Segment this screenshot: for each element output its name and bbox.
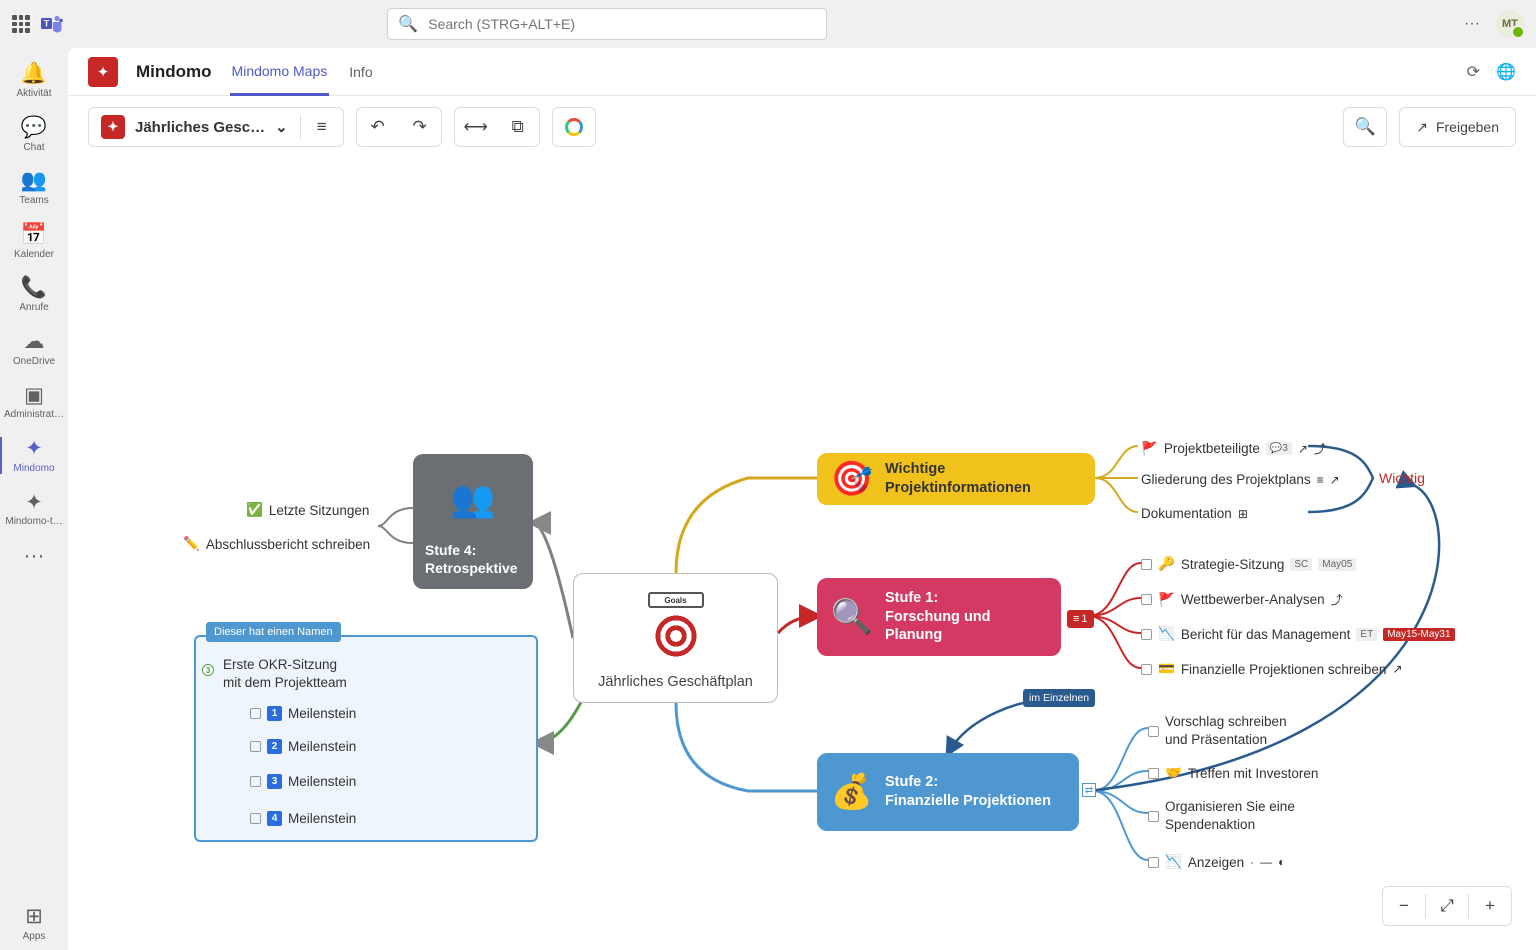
note-badge[interactable]: 1 <box>1067 610 1094 628</box>
more-icon[interactable]: ··· <box>1464 15 1480 33</box>
node-stage-4[interactable]: 👥 Stufe 4: Retrospektive <box>413 454 533 589</box>
leaf-fin-proj[interactable]: 💳Finanzielle Projektionen schreiben↗ <box>1141 661 1403 677</box>
search-button[interactable]: 🔍 <box>1344 108 1386 146</box>
app-name: Mindomo <box>136 62 212 82</box>
search-box[interactable]: 🔍 <box>387 8 827 40</box>
expand-toggle-icon[interactable]: ⇄ <box>1082 783 1096 797</box>
rail-apps[interactable]: ⊞Apps <box>23 897 46 950</box>
im-einzelnen-tag: im Einzelnen <box>1023 689 1095 707</box>
rail-mindomo-t[interactable]: ✦Mindomo-t… <box>0 482 68 536</box>
leaf-vorschlag[interactable]: Vorschlag schreiben und Präsentation <box>1148 713 1308 749</box>
node-info[interactable]: 🎯 Wichtige Projektinformationen <box>817 453 1095 505</box>
ellipsis-icon: ··· <box>24 544 45 568</box>
rail-activity[interactable]: 🔔Aktivität <box>0 54 68 108</box>
rail-chat[interactable]: 💬Chat <box>0 108 68 162</box>
leaf-wettbewerber[interactable]: 🚩Wettbewerber-Analysen⤴ <box>1141 591 1343 608</box>
search-input[interactable] <box>428 16 816 32</box>
people-icon: 👥 <box>21 169 47 193</box>
count-badge-icon: 3 <box>202 664 214 676</box>
avatar[interactable]: MT <box>1496 10 1524 38</box>
rail-mindomo[interactable]: ✦Mindomo <box>0 429 68 483</box>
leaf-gliederung[interactable]: Gliederung des Projektplans≡↗ <box>1141 472 1340 487</box>
undo-button[interactable]: ↶ <box>357 108 399 146</box>
rail-onedrive[interactable]: ☁OneDrive <box>0 322 68 376</box>
mindomo-logo-icon: ✦ <box>101 115 125 139</box>
app-main: ✦ Mindomo Mindomo Maps Info ⟳ 🌐 ✦ Jährli… <box>68 48 1536 950</box>
bell-icon: 🔔 <box>21 62 47 86</box>
refresh-icon[interactable]: ⟳ <box>1467 62 1480 82</box>
rail-calls[interactable]: 📞Anrufe <box>0 268 68 322</box>
node-center[interactable]: Goals Jährliches Geschäftplan <box>573 573 778 703</box>
leaf-ms1[interactable]: 1Meilenstein <box>250 706 356 721</box>
leaf-anzeigen[interactable]: 📉Anzeigen·—◐ <box>1148 854 1285 870</box>
zoom-in-button[interactable]: + <box>1469 887 1511 925</box>
share-button[interactable]: ↗Freigeben <box>1400 108 1515 146</box>
rail-calendar[interactable]: 📅Kalender <box>0 215 68 269</box>
color-ring-icon <box>565 118 583 136</box>
people-board-icon: 👥 <box>423 464 523 534</box>
teams-top-bar: T 🔍 ··· MT <box>0 0 1536 48</box>
rail-teams[interactable]: 👥Teams <box>0 161 68 215</box>
share-icon: ↗ <box>1416 119 1428 136</box>
zoom-out-button[interactable]: − <box>1383 887 1425 925</box>
magnifier-icon: 🔍 <box>831 596 873 638</box>
mindomo-logo-icon: ✦ <box>88 57 118 87</box>
admin-icon: ▣ <box>24 383 44 407</box>
target-icon: 🎯 <box>831 458 873 500</box>
zoom-fit-button[interactable]: ⤢ <box>1426 887 1468 925</box>
node-stage-2[interactable]: 💰 Stufe 2: Finanzielle Projektionen <box>817 753 1079 831</box>
app-header: ✦ Mindomo Mindomo Maps Info ⟳ 🌐 <box>68 48 1536 96</box>
leaf-dokumentation[interactable]: Dokumentation⊞ <box>1141 506 1248 521</box>
mindomo-icon: ✦ <box>25 490 43 514</box>
rail-more[interactable]: ··· <box>0 536 68 576</box>
chevron-down-icon: ⌄ <box>275 118 288 136</box>
center-title: Jährliches Geschäftplan <box>598 674 753 690</box>
zoom-controls: − ⤢ + <box>1382 886 1512 926</box>
calendar-icon: 📅 <box>21 223 47 247</box>
teams-logo-icon: T <box>40 12 64 36</box>
document-selector[interactable]: ✦ Jährliches Gesc… ⌄ <box>89 108 300 146</box>
redo-button[interactable]: ↷ <box>399 108 441 146</box>
doc-name: Jährliches Gesc… <box>135 119 265 136</box>
svg-text:T: T <box>44 19 50 29</box>
leaf-ms2[interactable]: 2Meilenstein <box>250 739 356 754</box>
toolbar: ✦ Jährliches Gesc… ⌄ ≡ ↶ ↷ ⟷ ⧉ 🔍 ↗Freige… <box>68 96 1536 158</box>
leaf-ms3[interactable]: 3Meilenstein <box>250 774 356 789</box>
menu-button[interactable]: ≡ <box>301 108 343 146</box>
box-tag: Dieser hat einen Namen <box>206 622 341 642</box>
leaf-bericht-mgmt[interactable]: 📉Bericht für das ManagementETMay15-May31 <box>1141 626 1455 642</box>
layout-button-2[interactable]: ⧉ <box>497 108 539 146</box>
leaf-letzte-sitzungen[interactable]: ✅Letzte Sitzungen <box>246 502 369 518</box>
leaf-abschlussbericht[interactable]: ✏️Abschlussbericht schreiben <box>183 536 370 552</box>
search-icon: 🔍 <box>398 14 418 34</box>
goals-icon: Goals <box>636 592 716 662</box>
cloud-icon: ☁ <box>24 330 45 354</box>
phone-icon: 📞 <box>21 276 47 300</box>
globe-icon[interactable]: 🌐 <box>1496 62 1516 82</box>
leaf-strategie[interactable]: 🔑Strategie-SitzungSCMay05 <box>1141 556 1356 572</box>
rail-admin[interactable]: ▣Administrat… <box>0 375 68 429</box>
left-rail: 🔔Aktivität 💬Chat 👥Teams 📅Kalender 📞Anruf… <box>0 48 68 950</box>
waffle-icon[interactable] <box>12 15 30 33</box>
tab-info[interactable]: Info <box>347 48 374 96</box>
money-bag-icon: 💰 <box>831 771 873 813</box>
layout-button-1[interactable]: ⟷ <box>455 108 497 146</box>
style-button[interactable] <box>553 108 595 146</box>
mindmap-canvas[interactable]: Goals Jährliches Geschäftplan 🎯 Wichtige… <box>68 158 1536 950</box>
tab-mindomo-maps[interactable]: Mindomo Maps <box>230 48 330 96</box>
mindomo-icon: ✦ <box>25 437 43 461</box>
chat-icon: 💬 <box>21 116 47 140</box>
node-stage-1[interactable]: 🔍 Stufe 1: Forschung und Planung <box>817 578 1061 656</box>
wichtig-label: Wichtig <box>1379 470 1425 486</box>
leaf-investoren[interactable]: 🤝Treffen mit Investoren <box>1148 765 1318 781</box>
leaf-projektbeteiligte[interactable]: 🚩Projektbeteiligte💬3↗⤴ <box>1141 440 1326 457</box>
leaf-okr-sitzung[interactable]: Erste OKR-Sitzung mit dem Projektteam <box>223 656 358 692</box>
leaf-spenden[interactable]: Organisieren Sie eine Spendenaktion <box>1148 798 1308 834</box>
leaf-ms4[interactable]: 4Meilenstein <box>250 811 356 826</box>
apps-icon: ⊞ <box>25 905 43 929</box>
